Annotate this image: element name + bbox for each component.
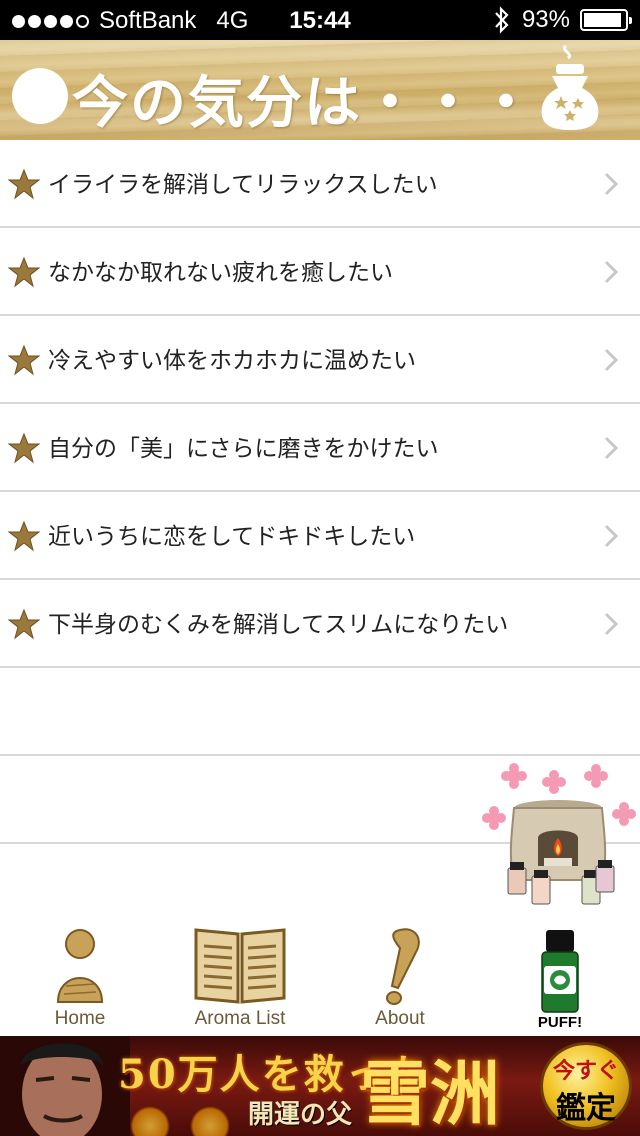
aroma-pot-icon [541, 44, 599, 130]
list-item[interactable]: 近いうちに恋をしてドキドキしたい [0, 492, 640, 580]
advertiser-portrait [0, 1036, 130, 1136]
ad-name: 雪洲 [360, 1052, 500, 1135]
wooden-book-icon [194, 928, 286, 1004]
star-icon [8, 608, 40, 640]
wooden-person-icon [56, 929, 104, 1003]
list-item[interactable]: 冷えやすい体をホカホカに温めたい [0, 316, 640, 404]
star-icon [8, 256, 40, 288]
tab-label-home: Home [54, 1008, 106, 1029]
aroma-bottle-icon [541, 930, 579, 1013]
tab-home[interactable]: Home [0, 922, 160, 1036]
bluetooth-icon [495, 6, 509, 34]
list-item-label: 下半身のむくみを解消してスリムになりたい [48, 612, 509, 638]
tab-bar: Home Aroma List About PUFF! [0, 922, 640, 1036]
tab-label-aroma-list: Aroma List [194, 1008, 286, 1029]
ad-badge-bottom-text: 鑑定 [556, 1091, 616, 1126]
star-icon [8, 520, 40, 552]
page-title: 今の気分は・・・ [72, 71, 536, 136]
list-item-label: なかなか取れない疲れを癒したい [48, 260, 393, 286]
star-icon [8, 344, 40, 376]
list-item-label: 自分の「美」にさらに磨きをかけたい [48, 436, 439, 462]
chevron-right-icon [604, 348, 618, 372]
tab-aroma-list[interactable]: Aroma List [160, 922, 320, 1036]
list-item-label: イライラを解消してリラックスしたい [48, 172, 438, 198]
list-item-label: 冷えやすい体をホカホカに温めたい [48, 348, 416, 374]
ad-subline: 開運の父 [248, 1100, 353, 1130]
chevron-right-icon [604, 612, 618, 636]
empty-row [0, 668, 640, 756]
list-item[interactable]: なかなか取れない疲れを癒したい [0, 228, 640, 316]
battery-icon [580, 9, 632, 31]
star-icon [8, 168, 40, 200]
tab-label-puff: PUFF! [537, 1014, 583, 1031]
list-item-label: 近いうちに恋をしてドキドキしたい [48, 524, 416, 550]
chevron-right-icon [604, 524, 618, 548]
tab-puff[interactable]: PUFF! [480, 922, 640, 1036]
status-right: 93% [492, 6, 632, 34]
tab-label-about: About [375, 1008, 425, 1029]
chevron-right-icon [604, 172, 618, 196]
status-bar: SoftBank 4G 15:44 93% [0, 0, 640, 40]
wooden-exclamation-icon [386, 928, 420, 1005]
tab-about[interactable]: About [320, 922, 480, 1036]
header-bullet [12, 68, 68, 124]
list-item[interactable]: イライラを解消してリラックスしたい [0, 140, 640, 228]
header-banner: 今の気分は・・・ [0, 40, 640, 140]
ad-cta-badge[interactable]: 今すぐ 鑑定 [540, 1042, 632, 1130]
list-item[interactable]: 自分の「美」にさらに磨きをかけたい [0, 404, 640, 492]
chevron-right-icon [604, 260, 618, 284]
chevron-right-icon [604, 436, 618, 460]
star-icon [8, 432, 40, 464]
aroma-pot-illustration [482, 763, 636, 905]
ad-banner[interactable]: 50万人を救った 開運の父 雪洲 今すぐ 鑑定 [0, 1036, 640, 1136]
list-item[interactable]: 下半身のむくみを解消してスリムになりたい [0, 580, 640, 668]
ad-badge-top-text: 今すぐ [552, 1058, 619, 1084]
battery-percent: 93% [521, 6, 570, 33]
